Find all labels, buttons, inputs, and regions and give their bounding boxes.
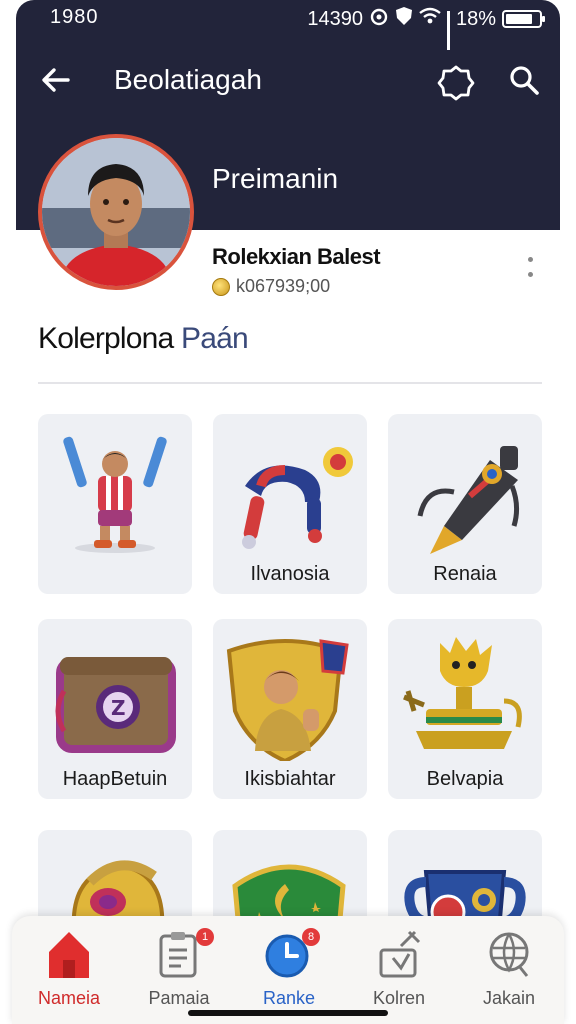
home-icon <box>49 932 89 978</box>
arrow-left-icon <box>42 68 70 92</box>
coin-value: k067939;00 <box>236 276 331 296</box>
battery-percent: 18% <box>455 7 496 30</box>
divider <box>38 382 542 384</box>
nav-label: Nameia <box>37 988 101 1008</box>
badge-icon <box>437 65 475 101</box>
badge-button[interactable] <box>436 62 476 102</box>
nav-label: Jakain <box>482 988 536 1008</box>
coin-icon <box>212 277 230 296</box>
globe-icon <box>489 932 529 977</box>
avatar[interactable] <box>38 134 194 290</box>
alarm-icon <box>369 6 389 32</box>
search-icon <box>510 66 539 95</box>
section-title-main: Kolerplona <box>38 322 174 355</box>
card-label: Ikisbiahtar <box>244 768 336 790</box>
robot-arm-icon <box>242 447 353 549</box>
notification-badge: 1 <box>196 928 214 946</box>
top-app-bar: Beolatiagah <box>16 50 560 110</box>
section-title: Kolerplona Paán <box>38 322 249 356</box>
treasure-chest-icon: Z <box>55 657 176 753</box>
player-portrait-icon <box>42 138 190 286</box>
collection-card[interactable] <box>38 414 192 594</box>
search-button[interactable] <box>506 62 542 98</box>
nav-item-tools[interactable]: Kolren <box>344 916 454 1024</box>
nav-item-explore[interactable]: Jakain <box>454 916 564 1024</box>
nav-item-ranking[interactable]: 8 Ranke <box>234 916 344 1024</box>
back-button[interactable] <box>38 62 74 98</box>
status-bar: 1980 14390 18% <box>16 0 560 50</box>
rocket-tool-icon <box>417 446 520 554</box>
svg-text:Z: Z <box>111 696 126 720</box>
section-title-accent: Paán <box>181 322 249 355</box>
status-time: 1980 <box>50 6 99 28</box>
card-label: Belvapia <box>426 768 504 790</box>
battery-level-fill <box>506 14 533 24</box>
collection-card[interactable]: Belvapia <box>388 619 542 799</box>
golden-trophy-icon <box>403 637 522 749</box>
card-label: Renaia <box>433 563 497 585</box>
more-options-button[interactable] <box>520 254 540 280</box>
more-dot <box>527 272 533 277</box>
status-icons: 14390 18% <box>307 6 545 50</box>
nav-item-documents[interactable]: 1 Pamaia <box>124 916 234 1024</box>
collection-card[interactable]: Renaia <box>388 414 542 594</box>
shield-status-icon <box>395 6 413 32</box>
more-dot <box>527 257 533 262</box>
wifi-icon <box>419 7 441 31</box>
player-figure-icon <box>63 436 167 553</box>
battery-icon <box>502 10 545 28</box>
nav-label: Ranke <box>262 988 316 1008</box>
nav-label: Kolren <box>372 988 426 1008</box>
nav-item-home[interactable]: Nameia <box>14 916 124 1024</box>
collection-card[interactable]: Ikisbiahtar <box>213 619 367 799</box>
hero-shield-icon <box>226 639 349 761</box>
collection-card[interactable]: Ilvanosia <box>213 414 367 594</box>
collection-card[interactable]: Z HaapBetuin <box>38 619 192 799</box>
card-label: HaapBetuin <box>62 768 168 790</box>
profile-name: Preimanin <box>212 163 339 194</box>
status-center-time: 14390 <box>307 7 363 30</box>
notification-badge: 8 <box>302 928 320 946</box>
card-label: Ilvanosia <box>250 563 330 585</box>
profile-subtitle: Rolekxian Balest <box>212 244 381 269</box>
coin-balance: k067939;00 <box>212 276 330 297</box>
home-indicator[interactable] <box>188 1010 388 1016</box>
bottom-navigation: Nameia 1 Pamaia 8 Ranke Kolren Jakain <box>12 916 564 1024</box>
tools-icon <box>379 930 421 978</box>
signal-icon <box>446 11 450 50</box>
app-screen: 1980 14390 18% Beolatiagah Preimanin Rol… <box>0 0 576 1024</box>
nav-label: Pamaia <box>148 988 210 1008</box>
page-title: Beolatiagah <box>114 64 262 95</box>
